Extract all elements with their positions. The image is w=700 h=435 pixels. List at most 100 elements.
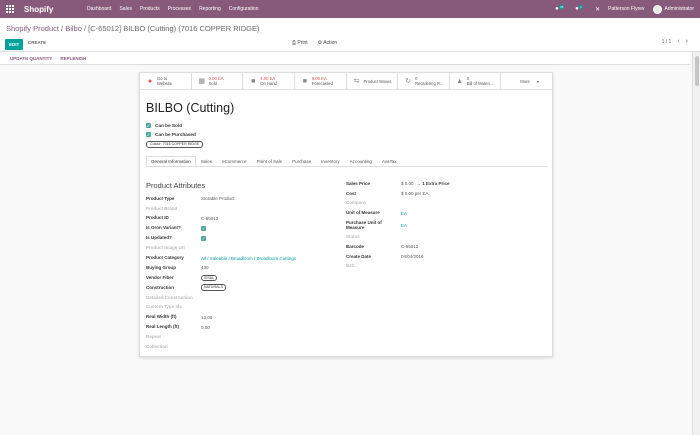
field-detailed-construction: Detailed Construction: [146, 294, 336, 301]
breadcrumb-current: [C-65012] BILBO (Cutting) (7016 COPPER R…: [88, 24, 260, 33]
field-value[interactable]: $ 0.00 per EA: [401, 191, 429, 196]
field-custom-type-ids: Custom Type Ids: [146, 304, 336, 311]
field-value[interactable]: C-65012: [401, 244, 418, 249]
field-value[interactable]: 430: [201, 265, 209, 270]
reordering-rules-smart-button[interactable]: ↻ 0 Reordering R...: [398, 73, 450, 89]
field-value: ✓: [201, 225, 206, 231]
field-vendor-fiber: Vendor Fiber SISAL: [146, 274, 336, 282]
tab-inventory[interactable]: Inventory: [316, 156, 345, 166]
pager-value[interactable]: 1 / 1: [662, 39, 672, 45]
sold-smart-button[interactable]: ▦ 0.00 EA Sold: [192, 73, 244, 89]
product-category-link[interactable]: All / Saleable / Broadloom / Broadloom C…: [201, 256, 296, 261]
breadcrumb-bilbo[interactable]: Bilbo: [65, 24, 82, 33]
tab-ecommerce[interactable]: eCommerce: [217, 156, 252, 166]
forecasted-smart-button[interactable]: ■ 0.00 EA Forecasted: [295, 73, 347, 89]
field-label: Product ID: [146, 215, 169, 221]
breadcrumb: Shopify Product / Bilbo / [C-65012] BILB…: [6, 24, 260, 33]
breadcrumb-shopify-product[interactable]: Shopify Product: [6, 24, 59, 33]
apps-menu-icon[interactable]: [5, 4, 15, 14]
field-product-id: Product ID C-65012: [146, 215, 336, 222]
company-switcher[interactable]: Patterson Flyrev: [608, 6, 644, 12]
smart-label: Forecasted: [311, 81, 333, 86]
page-scrollbar[interactable]: [692, 52, 700, 435]
tab-avatax[interactable]: AvaTax: [377, 156, 402, 166]
chevron-left-icon[interactable]: ‹: [677, 38, 679, 45]
tab-accounting[interactable]: Accounting: [345, 156, 377, 166]
field-repeat: Repeat: [146, 333, 336, 340]
field-label: Real Width (ft): [146, 314, 177, 320]
field-label: Is Oron Variant?: [146, 225, 181, 231]
can-be-purchased-label: Can be Purchased: [155, 132, 196, 137]
field-value[interactable]: 0.00: [201, 325, 210, 330]
field-value[interactable]: C-65012: [201, 216, 218, 221]
purchase-uom-link[interactable]: EA: [401, 223, 407, 228]
field-value[interactable]: 13.00: [201, 315, 212, 320]
field-company: Company: [346, 200, 546, 207]
statusbar: UPDATE QUANTITY REPLENISH: [0, 52, 690, 65]
activities-button[interactable]: ● 1: [575, 4, 587, 14]
messages-button[interactable]: ● 26: [555, 4, 567, 14]
is-oron-variant-checkbox[interactable]: ✓: [201, 225, 206, 231]
bom-smart-button[interactable]: ▲ 0 Bill of Materi...: [450, 73, 502, 89]
field-value: ✓: [201, 235, 206, 241]
field-label: Product Type: [146, 195, 175, 201]
tab-general-information[interactable]: General Information: [146, 156, 196, 166]
extra-price-button[interactable]: → 1 Extra Price: [417, 181, 450, 186]
field-product-category: Product Category All / Saleable / Broadlo…: [146, 254, 336, 261]
create-button[interactable]: CREATE: [28, 40, 46, 45]
field-label: Cost: [346, 190, 356, 196]
print-label: Print: [297, 40, 308, 46]
pager: 1 / 1 ‹ ›: [662, 38, 688, 45]
website-smart-button[interactable]: ● Go to Website: [140, 73, 192, 89]
can-be-sold-checkbox[interactable]: ✓: [146, 123, 151, 128]
menu-dashboard[interactable]: Dashboard: [87, 6, 111, 12]
app-brand[interactable]: Shopify: [24, 5, 70, 14]
sales-price-value[interactable]: $ 0.00: [401, 181, 414, 186]
exchange-icon: ⇆: [353, 77, 360, 85]
is-updated-checkbox[interactable]: ✓: [201, 235, 206, 241]
field-label: Status: [346, 233, 360, 239]
edit-button[interactable]: EDIT: [5, 39, 24, 50]
menu-processes[interactable]: Processes: [168, 6, 191, 12]
more-smart-button[interactable]: More ▾: [501, 73, 552, 89]
tab-point-of-sale[interactable]: Point of Sale: [252, 156, 288, 166]
user-menu[interactable]: Administrator: [652, 4, 694, 14]
field-label: Repeat: [146, 334, 162, 340]
scrollbar-thumb[interactable]: [695, 56, 699, 86]
menu-sales[interactable]: Sales: [119, 6, 132, 12]
field-value[interactable]: 04/04/2016: [401, 254, 424, 259]
main-menu: Dashboard Sales Products Processes Repor…: [87, 6, 259, 12]
product-flags: ✓ Can be Sold ✓ Can be Purchased: [146, 123, 196, 141]
on-hand-smart-button[interactable]: ■ 4.00 EA On Hand: [243, 73, 295, 89]
replenish-button[interactable]: REPLENISH: [60, 56, 86, 61]
construction-tag[interactable]: NATURALS: [201, 284, 226, 291]
activities-count: 1: [579, 5, 583, 9]
field-value: NATURALS: [201, 284, 226, 291]
form-sheet: ● Go to Website ▦ 0.00 EA Sold ■ 4.00 EA On…: [139, 72, 553, 357]
globe-icon: ●: [147, 77, 153, 85]
smart-buttons: ● Go to Website ▦ 0.00 EA Sold ■ 4.00 EA On…: [140, 73, 552, 90]
menu-configuration[interactable]: Configuration: [229, 6, 259, 12]
bar-chart-icon: ▦: [198, 77, 205, 85]
smart-label: Sold: [208, 81, 218, 86]
update-quantity-button[interactable]: UPDATE QUANTITY: [10, 56, 52, 61]
smart-value: More: [520, 78, 530, 84]
menu-products[interactable]: Products: [140, 6, 160, 12]
smart-label: Bill of Materi...: [466, 81, 494, 86]
field-value[interactable]: Storable Product: [201, 196, 235, 201]
unit-of-measure-link[interactable]: EA: [401, 211, 407, 216]
field-buying-group: Buying Group 430: [146, 264, 336, 271]
product-moves-smart-button[interactable]: ⇆ Product Moves: [347, 73, 399, 89]
can-be-purchased-checkbox[interactable]: ✓: [146, 132, 151, 137]
field-collection: Collection: [146, 343, 336, 350]
tab-sales[interactable]: Sales: [196, 156, 217, 166]
vendor-fiber-tag[interactable]: SISAL: [201, 274, 218, 282]
tab-purchase[interactable]: Purchase: [287, 156, 316, 166]
field-construction: Construction NATURALS: [146, 284, 336, 291]
field-label: Create Date: [346, 253, 372, 259]
print-dropdown[interactable]: ⎙ Print: [292, 40, 308, 46]
close-icon[interactable]: ✕: [595, 6, 600, 13]
menu-reporting[interactable]: Reporting: [199, 6, 221, 12]
action-dropdown[interactable]: ⚙ Action: [318, 40, 338, 46]
chevron-right-icon[interactable]: ›: [686, 38, 688, 45]
